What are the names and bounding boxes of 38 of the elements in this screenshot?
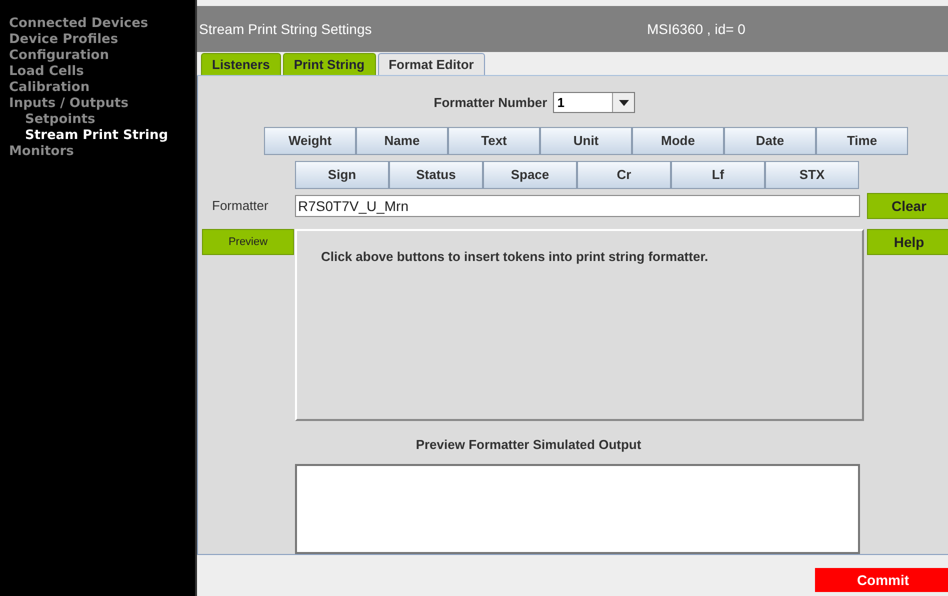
sidebar-item[interactable]: Connected Devices [9,16,195,32]
help-button[interactable]: Help [867,229,948,255]
formatter-number-dropdown[interactable]: 1 [553,92,636,113]
formatter-number-label: Formatter Number [434,94,548,112]
token-button[interactable]: Time [816,127,908,155]
token-button[interactable]: Lf [671,161,765,189]
caret-icon [618,100,629,106]
sidebar-item[interactable]: Stream Print String [9,128,195,144]
formatter-field[interactable]: R7S0T7V_U_Mrn [295,195,860,217]
sidebar-item[interactable]: Load Cells [9,64,195,80]
clear-button[interactable]: Clear [867,193,948,219]
token-button[interactable]: Date [724,127,816,155]
sidebar-item[interactable]: Setpoints [9,112,195,128]
token-button[interactable]: Name [356,127,448,155]
token-button[interactable]: Unit [540,127,632,155]
token-button[interactable]: STX [765,161,859,189]
sidebar-item[interactable]: Inputs / Outputs [9,96,195,112]
token-button[interactable]: Weight [264,127,356,155]
token-button[interactable]: Status [389,161,483,189]
instruction-text: Click above buttons to insert tokens into print string formatter. [321,249,708,264]
tab[interactable]: Format Editor [378,53,485,75]
formatter-label: Formatter [211,197,270,216]
sidebar-item[interactable]: Calibration [9,80,195,96]
token-button[interactable]: Mode [632,127,724,155]
token-button[interactable]: Space [483,161,577,189]
preview-output-label: Preview Formatter Simulated Output [416,436,642,454]
sidebar-item[interactable]: Monitors [9,144,195,160]
tab[interactable]: Listeners [201,53,281,75]
token-button[interactable]: Text [448,127,540,155]
sidebar-item[interactable]: Device Profiles [9,32,195,48]
sidebar-item[interactable]: Configuration [9,48,195,64]
preview-button[interactable]: Preview [202,229,294,256]
window-title: Stream Print String Settings [198,20,373,39]
commit-button[interactable]: Commit [815,568,948,592]
device-id: MSI6360 , id= 0 [647,20,746,38]
token-button[interactable]: Sign [295,161,389,189]
token-button[interactable]: Cr [577,161,671,189]
tab[interactable]: Print String [282,53,376,75]
